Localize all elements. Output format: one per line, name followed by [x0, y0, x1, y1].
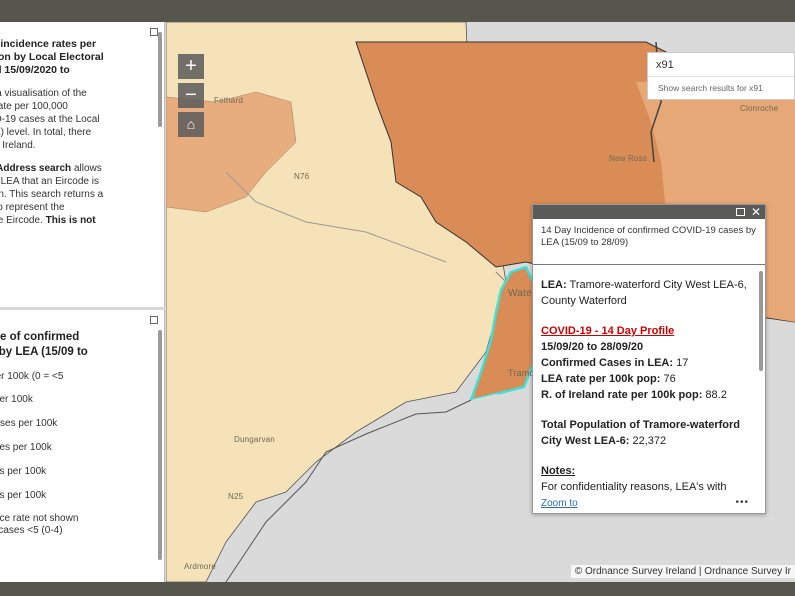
eircode-search-label: code/Address search	[0, 163, 72, 174]
maximize-icon[interactable]	[150, 316, 158, 324]
window-top-bar	[0, 0, 795, 22]
map-label: Clonroche	[740, 104, 779, 113]
legend-item: ases per 100k	[0, 394, 33, 405]
popup-footer: Zoom to •••	[533, 497, 765, 513]
legend-panel-scrollbar[interactable]	[158, 330, 162, 560]
lea-label: LEA:	[541, 279, 567, 291]
date-range: 15/09/20 to 28/09/20	[541, 341, 644, 353]
feature-popup: ✕ 14 Day Incidence of confirmed COVID-19…	[532, 204, 766, 514]
zoom-out-button[interactable]: −	[178, 83, 204, 108]
confirmed-label: Confirmed Cases in LEA:	[541, 357, 674, 369]
notes-text: For confidentiality reasons, LEA's with	[541, 481, 727, 493]
zoom-in-button[interactable]: +	[178, 54, 204, 79]
popup-header: ✕	[533, 205, 765, 219]
confirmed-value: 17	[673, 357, 689, 369]
legend-panel[interactable]: idence of confirmed ases by LEA (15/09 t…	[0, 310, 165, 582]
map-label: Ardmore	[184, 562, 217, 571]
maximize-icon[interactable]	[150, 28, 158, 36]
eircode-description: code/Address search allows nd the LEA th…	[0, 162, 152, 227]
popup-scrollbar[interactable]	[759, 271, 763, 371]
legend-item: ncidence rate not shown ber of cases <5 …	[0, 513, 79, 536]
map-label: N76	[294, 172, 310, 181]
map-label: Fethard	[214, 96, 243, 105]
legend-item: 0 cases per 100k	[0, 466, 47, 477]
lea-rate-value: 76	[660, 373, 676, 385]
home-icon[interactable]: ⌂	[178, 112, 204, 137]
population-value: 22,372	[629, 435, 667, 447]
map-label: N25	[228, 492, 244, 501]
zoom-to-link[interactable]: Zoom to	[541, 498, 578, 509]
info-title: 4-day incidence rates per pulation by Lo…	[0, 38, 104, 76]
popup-body: LEA: Tramore-waterford City West LEA-6, …	[533, 267, 759, 495]
map-view[interactable]: Fethard N76 New Ross Clonroche Dungarvan…	[166, 22, 795, 582]
legend-title: idence of confirmed ases by LEA (15/09 t…	[0, 331, 88, 358]
close-icon[interactable]: ✕	[751, 205, 761, 219]
more-icon[interactable]: •••	[735, 497, 749, 508]
legend-panel-content: idence of confirmed ases by LEA (15/09 t…	[0, 310, 156, 543]
window-bottom-bar	[0, 582, 795, 596]
roi-rate: R. of Ireland rate per 100k pop: 88.2	[541, 387, 751, 403]
lea-info: LEA: Tramore-waterford City West LEA-6, …	[541, 277, 751, 309]
info-description: vides a visualisation of the ence rate p…	[0, 88, 100, 151]
map-label: Dungarvan	[234, 435, 275, 444]
legend-header: nce Per 100k (0 = <5	[0, 371, 64, 382]
map-label: New Ross	[609, 154, 648, 163]
popup-title: 14 Day Incidence of confirmed COVID-19 c…	[533, 219, 765, 265]
legend-list: ases per 100k 150 cases per 100k 00 case…	[0, 393, 152, 537]
eircode-warning: This is not	[45, 215, 96, 226]
total-population: Total Population of Tramore-waterford Ci…	[541, 417, 751, 449]
info-panel-scrollbar[interactable]	[158, 32, 162, 127]
zoom-controls: + − ⌂	[178, 54, 204, 141]
roi-rate-label: R. of Ireland rate per 100k pop:	[541, 389, 703, 401]
maximize-icon[interactable]	[736, 208, 745, 216]
roi-rate-value: 88.2	[702, 389, 727, 401]
lea-rate: LEA rate per 100k pop: 76	[541, 371, 751, 387]
legend-item: 00 cases per 100k	[0, 442, 52, 453]
confirmed-cases: Confirmed Cases in LEA: 17	[541, 355, 751, 371]
map-attribution: © Ordnance Survey Ireland | Ordnance Sur…	[570, 565, 795, 578]
dashboard: 4-day incidence rates per pulation by Lo…	[0, 22, 795, 582]
lea-rate-label: LEA rate per 100k pop:	[541, 373, 661, 385]
info-panel-content: 4-day incidence rates per pulation by Lo…	[0, 22, 156, 233]
lea-value: Tramore-waterford City West LEA-6, Count…	[541, 279, 747, 307]
notes-label: Notes:	[541, 465, 576, 477]
legend-item: 150 cases per 100k	[0, 418, 58, 429]
search-widget: x91 Show search results for x91	[647, 52, 795, 100]
profile-link[interactable]: COVID-19 - 14 Day Profile	[541, 323, 751, 339]
legend-item: 5 cases per 100k	[0, 490, 47, 501]
search-input[interactable]: x91	[648, 53, 794, 77]
info-panel[interactable]: 4-day incidence rates per pulation by Lo…	[0, 22, 165, 307]
search-suggestion[interactable]: Show search results for x91	[648, 77, 794, 99]
